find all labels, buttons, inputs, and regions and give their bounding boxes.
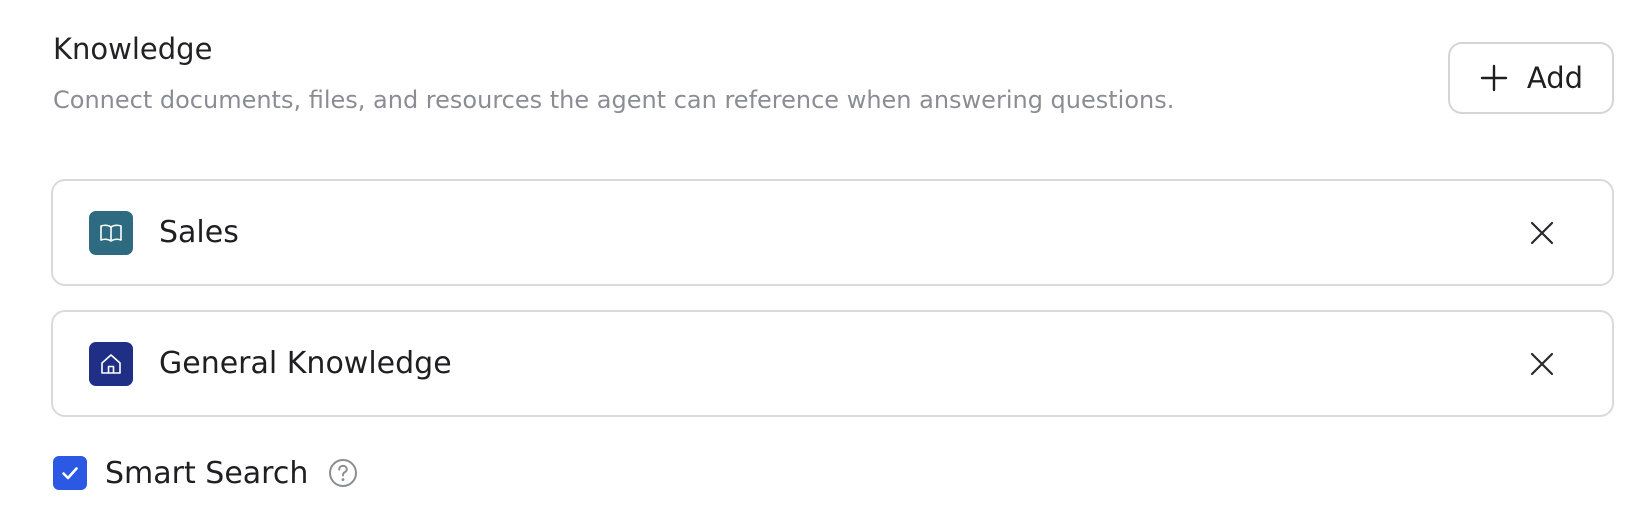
knowledge-item-general-knowledge[interactable]: General Knowledge [51,310,1614,417]
remove-knowledge-button[interactable] [1524,215,1560,251]
home-icon [89,342,133,386]
knowledge-item-name: Sales [159,215,239,250]
smart-search-option: Smart Search [53,455,358,491]
checkmark-icon [62,467,78,480]
plus-icon [1480,64,1508,92]
smart-search-checkbox[interactable] [53,456,87,490]
knowledge-item-sales[interactable]: Sales [51,179,1614,286]
book-icon [89,211,133,255]
close-icon [1530,352,1554,376]
remove-knowledge-button[interactable] [1524,346,1560,382]
close-icon [1530,221,1554,245]
add-button-label: Add [1526,61,1584,95]
knowledge-item-name: General Knowledge [159,346,452,381]
smart-search-label: Smart Search [105,455,309,491]
section-title: Knowledge [53,32,213,66]
add-button[interactable]: Add [1448,42,1614,114]
section-description: Connect documents, files, and resources … [53,86,1175,114]
question-circle-icon[interactable] [328,458,358,488]
